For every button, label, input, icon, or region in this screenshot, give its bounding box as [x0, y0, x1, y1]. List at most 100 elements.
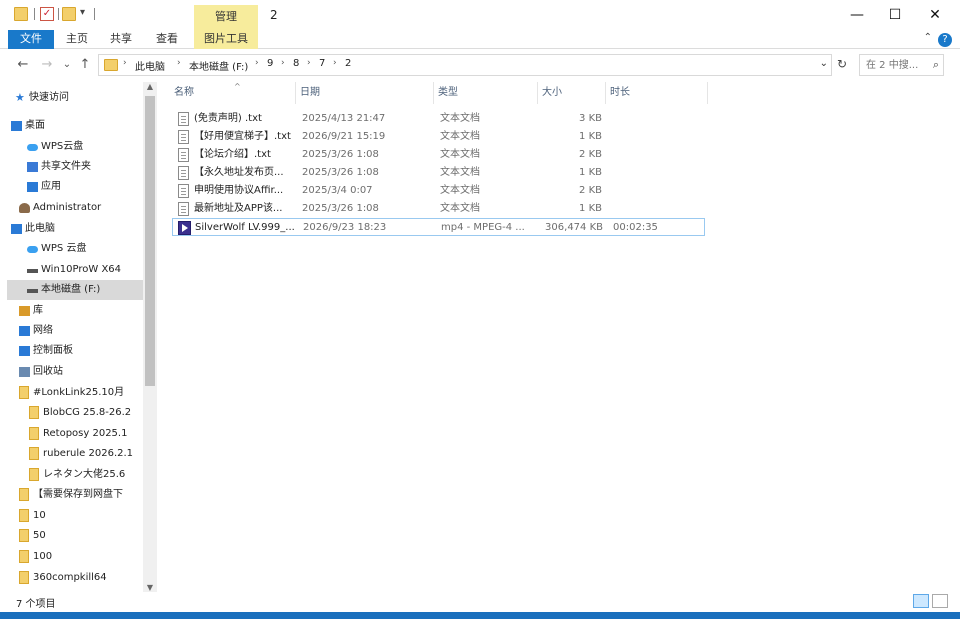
recycle-bin-icon [19, 367, 30, 377]
scroll-down-icon[interactable]: ▼ [143, 583, 157, 592]
up-button[interactable]: ↑ [76, 56, 94, 74]
file-type: 文本文档 [440, 131, 480, 142]
file-row[interactable]: 申明使用协议Affir... 2025/3/4 0:07 文本文档 2 KB [172, 182, 705, 200]
item-count: 7 个项目 [16, 599, 56, 610]
sidebar-item-label: レネタン大佬25.6 [43, 469, 126, 480]
sidebar-item[interactable]: 10 [7, 506, 143, 526]
sidebar-item[interactable]: 网络 [7, 321, 143, 341]
details-view-icon[interactable] [913, 594, 929, 608]
sidebar-item[interactable]: 应用 [7, 177, 143, 197]
scrollbar-thumb[interactable] [145, 96, 155, 386]
search-input[interactable] [866, 58, 926, 72]
status-bar: 7 个项目 [0, 592, 960, 612]
cloud-icon [27, 246, 38, 253]
properties-icon[interactable]: ✓ [40, 7, 54, 21]
breadcrumb-folder-7[interactable]: 7 [319, 58, 325, 69]
column-header-type[interactable]: 类型 [434, 82, 538, 104]
tab-share[interactable]: 共享 [102, 30, 140, 49]
sidebar-item[interactable]: ★ 快速访问 [7, 88, 143, 108]
text-file-icon [178, 112, 189, 126]
sidebar-item[interactable]: #LonkLink25.10月 [7, 383, 143, 403]
manage-contextual-tab[interactable]: 管理 [194, 5, 258, 30]
sidebar-item[interactable]: Administrator [7, 198, 143, 218]
address-field[interactable]: › 此电脑 › 本地磁盘 (F:) › 9 › 8 › 7 › 2 ⌄ [98, 54, 832, 76]
sidebar-item-label: Retoposy 2025.1 [43, 428, 128, 439]
tab-picture-tools[interactable]: 图片工具 [194, 30, 258, 49]
sidebar-item[interactable]: WPS云盘 [7, 137, 143, 157]
sidebar-item-label: 网络 [33, 325, 53, 336]
sidebar-item[interactable]: 此电脑 [7, 219, 143, 239]
sidebar-item[interactable]: 桌面 [7, 116, 143, 136]
help-icon[interactable]: ? [938, 33, 952, 47]
sidebar-item-label: 桌面 [25, 120, 45, 131]
network-icon [19, 326, 30, 336]
tab-home[interactable]: 主页 [58, 30, 96, 49]
refresh-button[interactable]: ↻ [834, 56, 850, 72]
text-file-icon [178, 202, 189, 216]
folder-icon [104, 59, 118, 71]
sidebar-item[interactable]: 控制面板 [7, 341, 143, 361]
sidebar-item[interactable]: 回收站 [7, 362, 143, 382]
back-button[interactable]: ← [14, 56, 32, 74]
column-header-date[interactable]: 日期 [296, 82, 434, 104]
search-icon[interactable]: ⌕ [933, 58, 939, 72]
sidebar-item[interactable]: Win10ProW X64 [7, 260, 143, 280]
navigation-pane[interactable]: ★ 快速访问桌面 WPS云盘 共享文件夹 应用 Administrator 此电脑 WPS 云… [7, 82, 157, 592]
column-header-size[interactable]: 大小 [538, 82, 606, 104]
file-date: 2025/3/26 1:08 [302, 203, 379, 214]
forward-button[interactable]: → [38, 56, 56, 74]
column-header-name[interactable]: 名称 ^ [170, 82, 296, 104]
sidebar-item-label: 此电脑 [25, 223, 55, 234]
sidebar-item[interactable]: ruberule 2026.2.1 [7, 444, 143, 464]
sidebar-item[interactable]: 50 [7, 526, 143, 546]
ribbon-tabs: 文件 主页 共享 查看 图片工具 ⌃ ? [0, 30, 960, 49]
large-icons-view-icon[interactable] [932, 594, 948, 608]
sidebar-item[interactable]: レネタン大佬25.6 [7, 465, 143, 485]
sidebar-item[interactable]: 【需要保存到网盘下 [7, 485, 143, 505]
file-list[interactable]: 名称 ^ 日期 类型 大小 时长 (免责声明) .txt 2025/4/13 21… [170, 82, 950, 592]
file-row[interactable]: (免责声明) .txt 2025/4/13 21:47 文本文档 3 KB [172, 110, 705, 128]
sidebar-item[interactable]: 库 [7, 301, 143, 321]
desktop-icon [11, 121, 22, 131]
file-row[interactable]: 【论坛介绍】.txt 2025/3/26 1:08 文本文档 2 KB [172, 146, 705, 164]
file-row[interactable]: 【永久地址发布页... 2025/3/26 1:08 文本文档 1 KB [172, 164, 705, 182]
file-type: 文本文档 [440, 185, 480, 196]
breadcrumb-folder-9[interactable]: 9 [267, 58, 273, 69]
file-size: 306,474 KB [545, 222, 603, 233]
folder-icon [19, 571, 29, 584]
collapse-ribbon-icon[interactable]: ⌃ [924, 32, 932, 43]
customize-toolbar-icon[interactable]: ▾ [80, 7, 94, 21]
sidebar-item-label: 本地磁盘 (F:) [41, 284, 101, 295]
folder-icon [19, 529, 29, 542]
search-box[interactable]: ⌕ [859, 54, 944, 76]
breadcrumb-this-pc[interactable]: 此电脑 [135, 58, 165, 73]
tab-view[interactable]: 查看 [148, 30, 186, 49]
breadcrumb-drive-f[interactable]: 本地磁盘 (F:) [189, 58, 248, 73]
folder-icon [19, 550, 29, 563]
sidebar-item[interactable]: Retoposy 2025.1 [7, 424, 143, 444]
sidebar-item[interactable]: 共享文件夹 [7, 157, 143, 177]
navigation-scrollbar[interactable]: ▲ ▼ [143, 82, 157, 592]
folder-icon [14, 7, 28, 21]
sidebar-item[interactable]: 360compkill64 [7, 568, 143, 588]
sidebar-item[interactable]: BlobCG 25.8-26.2 [7, 403, 143, 423]
new-folder-icon[interactable] [62, 7, 76, 21]
sidebar-item[interactable]: 100 [7, 547, 143, 567]
scroll-up-icon[interactable]: ▲ [143, 82, 157, 91]
breadcrumb-separator: › [255, 58, 259, 68]
sidebar-item[interactable]: 本地磁盘 (F:) [7, 280, 143, 300]
file-row[interactable]: 最新地址及APP该... 2025/3/26 1:08 文本文档 1 KB [172, 200, 705, 218]
file-row[interactable]: 【好用便宜梯子】.txt 2026/9/21 15:19 文本文档 1 KB [172, 128, 705, 146]
breadcrumb-folder-2[interactable]: 2 [345, 58, 351, 69]
file-type: 文本文档 [440, 113, 480, 124]
sidebar-item[interactable]: WPS 云盘 [7, 239, 143, 259]
column-header-duration[interactable]: 时长 [606, 82, 708, 104]
file-name: 【好用便宜梯子】.txt [194, 131, 291, 142]
breadcrumb-folder-8[interactable]: 8 [293, 58, 299, 69]
recent-locations-button[interactable]: ⌄ [58, 56, 76, 74]
tab-file[interactable]: 文件 [8, 30, 54, 49]
chevron-down-icon[interactable]: ⌄ [820, 58, 828, 69]
close-button[interactable]: ✕ [912, 0, 958, 30]
breadcrumb-separator: › [307, 58, 311, 68]
file-row[interactable]: SilverWolf LV.999_... 2026/9/23 18:23 mp4 … [172, 218, 705, 236]
